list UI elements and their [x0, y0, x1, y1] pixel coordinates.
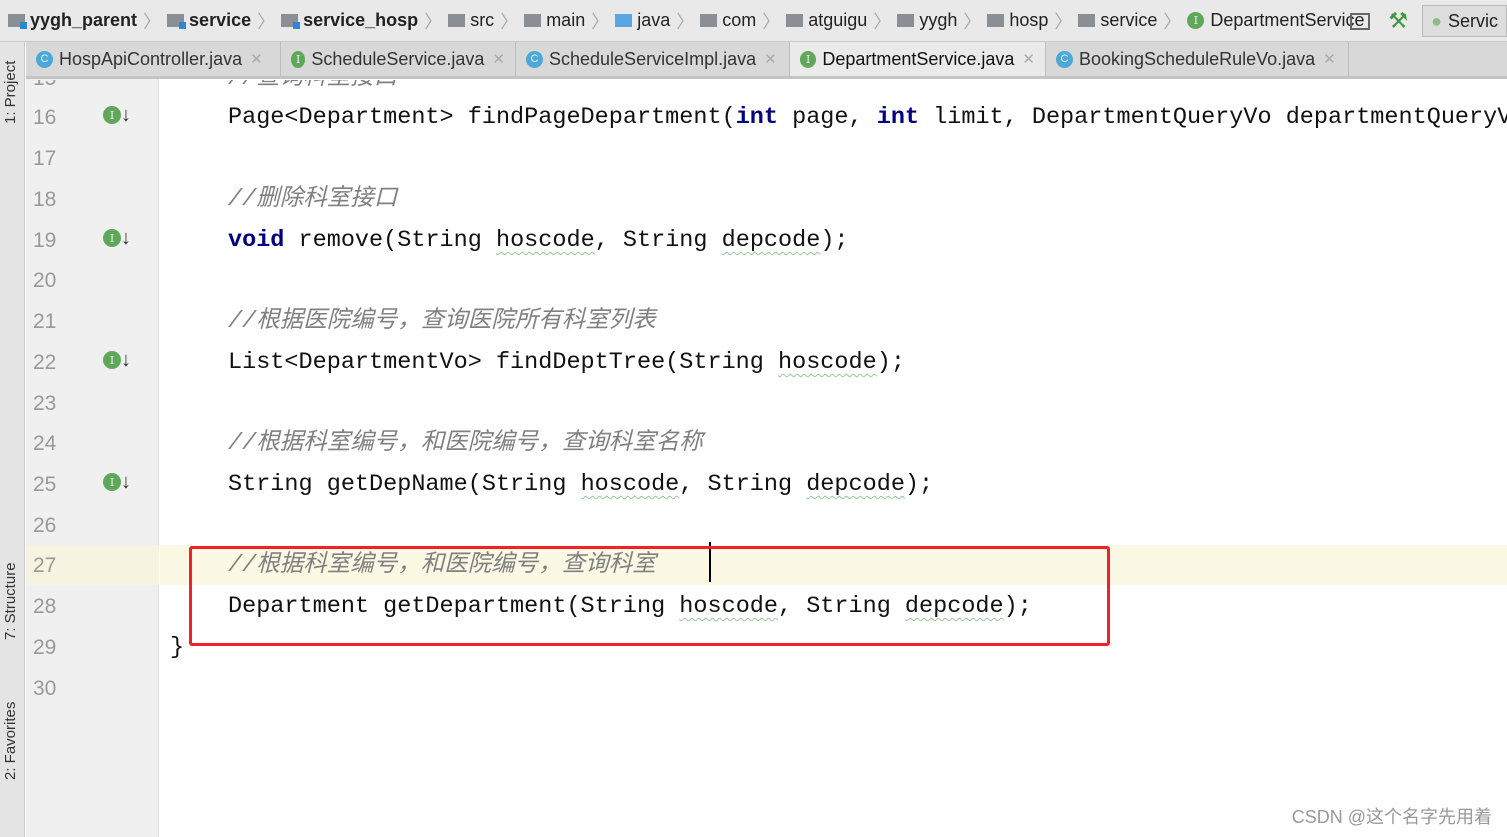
code-line-26: 26 [33, 514, 57, 537]
code-line-20: 20 [33, 269, 57, 292]
implemented-method-gutter-icon[interactable]: I ↓ [103, 351, 132, 373]
code-line-30: 30 [33, 677, 57, 700]
implemented-method-gutter-icon[interactable]: I ↓ [103, 473, 132, 495]
code-line-17: 17 [33, 147, 57, 170]
implemented-method-gutter-icon[interactable]: I ↓ [103, 106, 132, 128]
implemented-method-gutter-icon[interactable]: I ↓ [103, 229, 132, 251]
code-lines: 15//查询科室接口 16 I ↓ Page<Department> findPage… [0, 0, 1507, 837]
code-line-16: 16 I ↓ Page<Department> findPageDepartment(… [33, 104, 1507, 131]
red-highlight-annotation [189, 546, 1110, 646]
watermark: CSDN @这个名字先用着 [1291, 807, 1492, 827]
code-line-21: 21//根据医院编号，查询医院所有科室列表 [33, 308, 656, 335]
code-line-23: 23 [33, 392, 57, 415]
code-line-24: 24//根据科室编号，和医院编号，查询科室名称 [33, 430, 703, 457]
code-line-15: 15//查询科室接口 [33, 65, 398, 92]
code-line-19: 19 I ↓ void remove(String hoscode, String d… [33, 227, 849, 254]
code-line-22: 22 I ↓ List<DepartmentVo> findDeptTree(Stri… [33, 349, 905, 376]
code-line-25: 25 I ↓ String getDepName(String hoscode, St… [33, 471, 934, 498]
code-line-18: 18//删除科室接口 [33, 186, 398, 213]
